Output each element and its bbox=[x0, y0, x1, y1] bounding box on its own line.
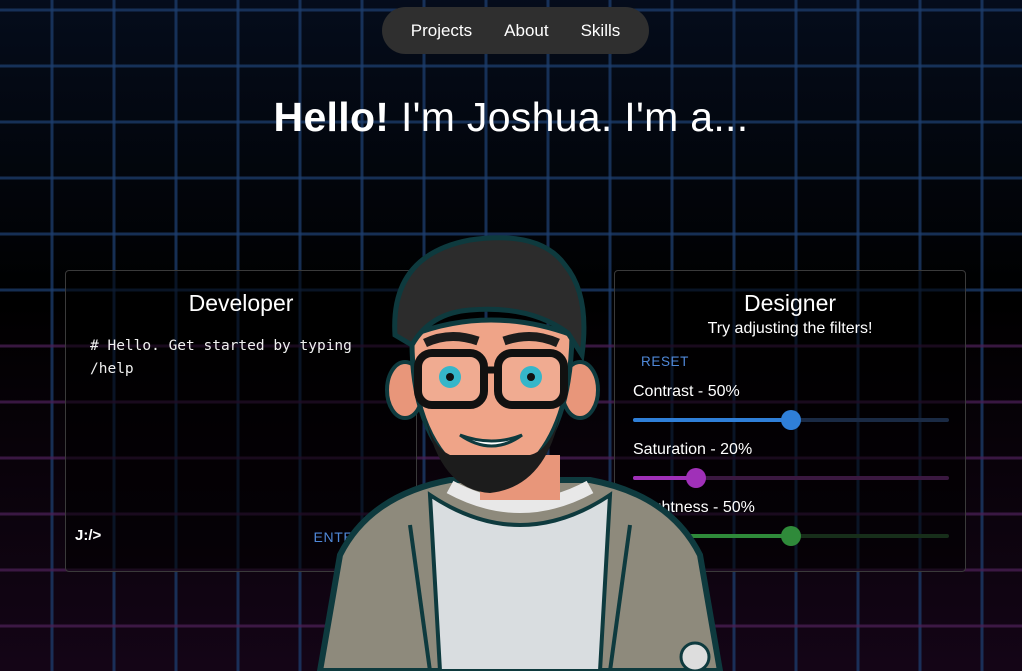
nav-skills[interactable]: Skills bbox=[581, 21, 621, 41]
top-nav: Projects About Skills bbox=[382, 7, 649, 54]
nav-about[interactable]: About bbox=[504, 21, 548, 41]
hero-greeting-bold: Hello! bbox=[273, 94, 390, 140]
contrast-slider-thumb[interactable] bbox=[781, 410, 801, 430]
nav-projects[interactable]: Projects bbox=[411, 21, 472, 41]
avatar-illustration bbox=[316, 235, 724, 671]
hero-headline: Hello! I'm Joshua. I'm a... bbox=[0, 94, 1022, 141]
hero-greeting-rest: I'm Joshua. I'm a... bbox=[389, 94, 749, 140]
terminal-prompt[interactable]: J:/> bbox=[75, 527, 101, 544]
brightness-slider-thumb[interactable] bbox=[781, 526, 801, 546]
